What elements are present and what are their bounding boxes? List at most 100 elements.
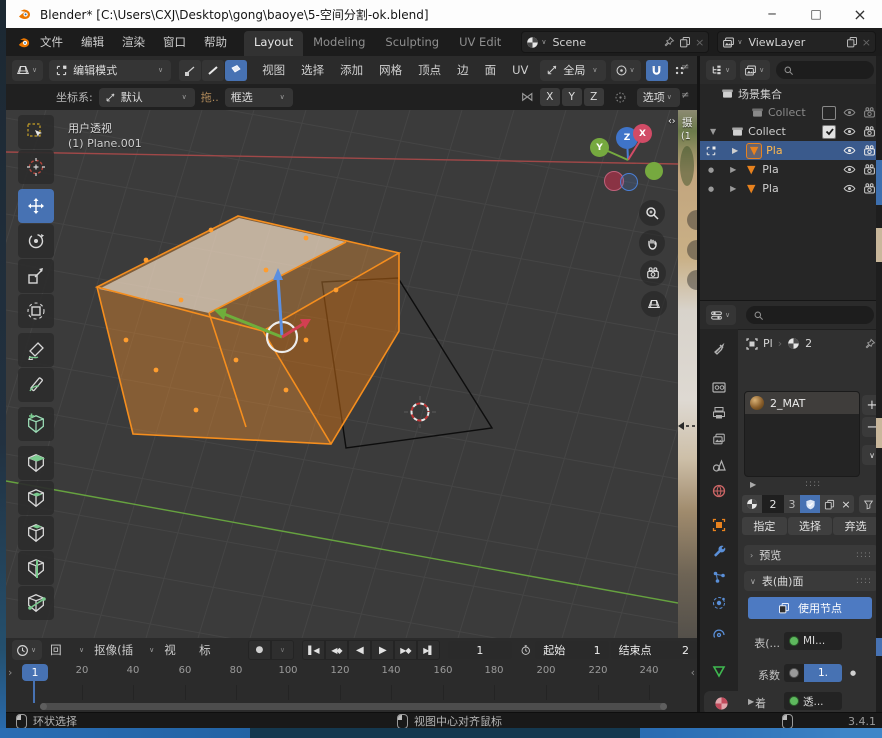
playhead-marker[interactable]: 1 (22, 664, 48, 681)
jump-to-start-button[interactable]: ▌◀ (302, 640, 325, 660)
camera-render-icon[interactable] (862, 163, 876, 177)
fake-user-toggle[interactable] (800, 495, 820, 513)
menu-markers[interactable]: 标记 (191, 636, 226, 664)
remove-viewlayer-icon[interactable]: × (862, 36, 871, 49)
tool-knife[interactable] (18, 586, 54, 620)
outliner-row-scene-collection[interactable]: 场景集合 (700, 84, 882, 103)
tab-scene[interactable] (700, 453, 738, 477)
gizmo-axis-z-neg[interactable] (620, 173, 638, 191)
outliner-row-collection[interactable]: ▼ Collect (700, 122, 882, 141)
gizmo-axis-y-neg[interactable] (645, 162, 663, 180)
eye-icon[interactable] (842, 144, 856, 158)
strip-pan-button[interactable] (687, 240, 697, 260)
tool-move[interactable] (18, 189, 54, 223)
gizmo-axis-y[interactable]: Y (590, 138, 609, 157)
unlink-scene-icon[interactable]: × (695, 36, 704, 49)
expand-right-icon[interactable]: ‹ (691, 666, 695, 679)
menu-view[interactable]: 视图 (254, 56, 293, 84)
tool-annotate[interactable] (18, 333, 54, 367)
outliner-row-plane-active[interactable]: ▶ ▼ Pla (700, 141, 882, 160)
workspace-tab-sculpting[interactable]: Sculpting (375, 31, 449, 58)
outliner-row-plane[interactable]: ● ▶ ▼ Pla (700, 160, 882, 179)
expand-arrow-icon[interactable]: ▶ (730, 184, 736, 193)
keying-set-dropdown[interactable]: ∨ (271, 640, 294, 660)
tab-render[interactable] (700, 375, 738, 399)
shader1-button[interactable]: 透... (784, 692, 842, 710)
grip-handle[interactable]: :::: (856, 550, 872, 560)
collection-checkbox-checked[interactable] (822, 125, 836, 139)
menu-window[interactable]: 窗口 (154, 28, 195, 56)
mirror-x-button[interactable]: X (540, 88, 560, 106)
tool-rotate[interactable] (18, 224, 54, 258)
tab-particles[interactable] (700, 565, 738, 589)
menu-face[interactable]: 面 (477, 56, 505, 84)
tool-loop-cut[interactable] (18, 551, 54, 585)
prev-keyframe-button[interactable]: ◀◆ (325, 640, 348, 660)
new-material-button[interactable] (820, 495, 838, 513)
breadcrumb-material[interactable]: 2 (805, 337, 812, 350)
breadcrumb-object[interactable]: Pl (763, 337, 773, 350)
camera-render-icon[interactable] (862, 106, 876, 120)
tool-scale[interactable] (18, 259, 54, 293)
material-slot-active[interactable]: 2_MAT (745, 392, 859, 414)
menu-help[interactable]: 帮助 (195, 28, 236, 56)
close-button[interactable]: × (838, 0, 882, 28)
camera-render-icon[interactable] (862, 144, 876, 158)
menu-add[interactable]: 添加 (332, 56, 371, 84)
tool-inset-faces[interactable] (18, 481, 54, 515)
unlink-material-button[interactable]: × (838, 495, 854, 513)
pan-hand-button[interactable] (639, 230, 665, 256)
tab-physics[interactable] (700, 591, 738, 615)
snap-toggle-button[interactable] (646, 60, 668, 81)
new-viewlayer-icon[interactable] (846, 36, 858, 48)
minimize-button[interactable]: ─ (750, 0, 794, 28)
workspace-tab-layout[interactable]: Layout (244, 31, 303, 58)
outliner-row-plane[interactable]: ● ▶ ▼ Pla (700, 179, 882, 198)
camera-view-button[interactable] (640, 260, 666, 286)
grip-handle[interactable]: :::: (856, 576, 872, 586)
tool-cursor[interactable] (18, 150, 54, 184)
expand-arrow-icon[interactable]: ▶ (730, 165, 736, 174)
select-button[interactable]: 选择 (788, 517, 833, 535)
outliner-editor-type-button[interactable]: ∨ (706, 60, 736, 80)
new-scene-icon[interactable] (679, 36, 691, 48)
strip-viewport[interactable] (678, 110, 697, 638)
vertex-select-button[interactable] (179, 60, 201, 81)
deselect-button[interactable]: 弃选 (833, 517, 878, 535)
surface-shader-button[interactable]: MI... (784, 632, 842, 650)
proportional-edit-icon[interactable] (614, 91, 627, 104)
collection-checkbox-unchecked[interactable] (822, 106, 836, 120)
factor-value[interactable]: 1. (804, 664, 842, 682)
tool-measure[interactable] (18, 368, 54, 402)
strip-panel-toggle[interactable]: ‹› (668, 116, 676, 127)
tab-modifiers[interactable] (700, 539, 738, 563)
tab-object[interactable] (700, 513, 738, 537)
eye-icon[interactable] (842, 125, 856, 139)
use-nodes-button[interactable]: 使用节点 (748, 597, 872, 619)
play-button[interactable]: ▶ (371, 640, 394, 660)
browse-material-button[interactable] (742, 495, 762, 513)
gizmo-axis-x[interactable]: X (633, 124, 652, 143)
mirror-z-button[interactable]: Z (584, 88, 604, 106)
outliner-search-input[interactable] (776, 61, 874, 79)
menu-playback[interactable]: 回放 (42, 636, 77, 664)
outliner-display-mode-button[interactable]: ∨ (740, 60, 770, 80)
menu-mesh[interactable]: 网格 (371, 56, 410, 84)
menu-uv[interactable]: UV (504, 56, 536, 84)
expand-arrow-icon[interactable]: ▶ (732, 146, 738, 155)
maximize-button[interactable]: □ (794, 0, 838, 28)
mirror-icon[interactable]: ⋈ (521, 90, 534, 105)
current-frame-field[interactable]: 1 (448, 641, 512, 659)
eye-icon[interactable] (842, 163, 856, 177)
expand-left-icon[interactable]: › (8, 666, 12, 679)
menu-file[interactable]: 文件 (31, 28, 72, 56)
camera-render-icon[interactable] (862, 182, 876, 196)
pin-icon[interactable] (864, 338, 876, 350)
tool-add-cube[interactable] (18, 407, 54, 441)
menu-render[interactable]: 渲染 (113, 28, 154, 56)
outliner-row-collection-excluded[interactable]: Collect (700, 103, 882, 122)
mode-dropdown[interactable]: 编辑模式 ∨ (49, 60, 171, 81)
grip-handle[interactable]: :::: (805, 479, 821, 489)
scene-selector[interactable]: ∨ Scene × (521, 31, 709, 53)
properties-editor-type-button[interactable]: ∨ (706, 305, 736, 325)
